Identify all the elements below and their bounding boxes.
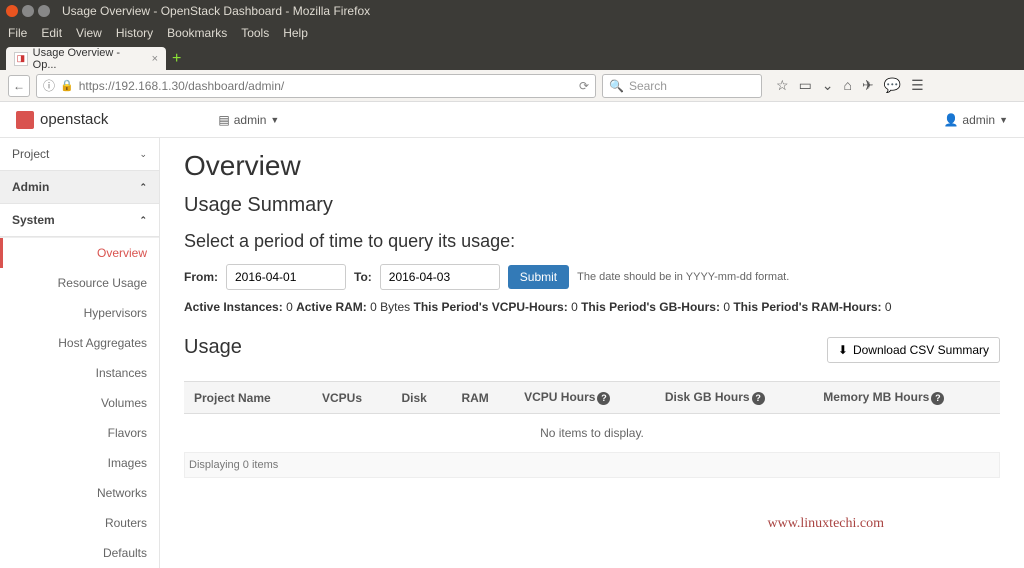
chevron-down-icon: ▼ (270, 115, 279, 125)
search-placeholder: Search (629, 79, 667, 93)
sidebar: Project ⌄ Admin ⌃ System ⌃ Overview Reso… (0, 138, 160, 568)
search-icon: 🔍 (609, 79, 624, 93)
url-text: https://192.168.1.30/dashboard/admin/ (79, 79, 284, 93)
sidebar-section-admin[interactable]: Admin ⌃ (0, 171, 159, 204)
search-bar[interactable]: 🔍 Search (602, 74, 762, 98)
col-disk-gb-hours[interactable]: Disk GB Hours? (655, 382, 813, 414)
send-icon[interactable]: ✈ (862, 77, 874, 94)
browser-tabbar: ◨ Usage Overview - Op... × + (0, 44, 1024, 70)
sidebar-section-system[interactable]: System ⌃ (0, 204, 159, 237)
openstack-logo-icon (16, 111, 34, 129)
download-icon: ⬇ (838, 343, 848, 357)
menu-edit[interactable]: Edit (41, 26, 62, 40)
window-title: Usage Overview - OpenStack Dashboard - M… (62, 4, 370, 18)
sidebar-item-hypervisors[interactable]: Hypervisors (0, 298, 159, 328)
window-minimize-icon[interactable] (22, 5, 34, 17)
domain-icon: ▤ (218, 113, 229, 127)
col-ram[interactable]: RAM (451, 382, 514, 414)
menu-view[interactable]: View (76, 26, 102, 40)
date-query-row: From: To: Submit The date should be in Y… (184, 264, 1000, 290)
sidebar-item-defaults[interactable]: Defaults (0, 538, 159, 568)
user-selector[interactable]: 👤 admin ▼ (943, 113, 1008, 127)
to-label: To: (354, 270, 372, 284)
sidebar-item-images[interactable]: Images (0, 448, 159, 478)
chevron-up-icon: ⌃ (139, 182, 147, 193)
usage-heading: Usage (184, 336, 242, 359)
favicon-icon: ◨ (14, 52, 28, 66)
back-button[interactable]: ← (8, 75, 30, 97)
stats-row: Active Instances: 0 Active RAM: 0 Bytes … (184, 300, 1000, 314)
help-icon[interactable]: ? (931, 392, 944, 405)
table-footer: Displaying 0 items (184, 453, 1000, 478)
tab-close-icon[interactable]: × (152, 53, 158, 65)
sidebar-item-networks[interactable]: Networks (0, 478, 159, 508)
menu-bookmarks[interactable]: Bookmarks (167, 26, 227, 40)
brand-text: openstack (40, 111, 108, 128)
window-titlebar: Usage Overview - OpenStack Dashboard - M… (0, 0, 1024, 22)
sidebar-item-flavors[interactable]: Flavors (0, 418, 159, 448)
lock-icon[interactable]: 🔒 (60, 79, 74, 92)
col-project-name[interactable]: Project Name (184, 382, 312, 414)
main-content: Overview Usage Summary Select a period o… (160, 138, 1024, 568)
tab-title: Usage Overview - Op... (33, 47, 144, 71)
col-memory-mb-hours[interactable]: Memory MB Hours? (813, 382, 1000, 414)
submit-button[interactable]: Submit (508, 265, 569, 289)
sidebar-section-project[interactable]: Project ⌄ (0, 138, 159, 171)
menu-help[interactable]: Help (283, 26, 308, 40)
app-menubar: File Edit View History Bookmarks Tools H… (0, 22, 1024, 44)
sidebar-item-routers[interactable]: Routers (0, 508, 159, 538)
menu-file[interactable]: File (8, 26, 27, 40)
page-title: Overview (184, 150, 1000, 182)
help-icon[interactable]: ? (597, 392, 610, 405)
sidebar-item-volumes[interactable]: Volumes (0, 388, 159, 418)
menu-history[interactable]: History (116, 26, 153, 40)
user-icon: 👤 (943, 113, 958, 127)
reload-icon[interactable]: ⟳ (579, 79, 589, 93)
browser-tab[interactable]: ◨ Usage Overview - Op... × (6, 47, 166, 70)
clipboard-icon[interactable]: ▭ (799, 77, 812, 94)
usage-table: Project Name VCPUs Disk RAM VCPU Hours? … (184, 381, 1000, 453)
col-vcpus[interactable]: VCPUs (312, 382, 391, 414)
download-csv-button[interactable]: ⬇ Download CSV Summary (827, 337, 1000, 363)
from-date-input[interactable] (226, 264, 346, 290)
hamburger-icon[interactable]: ☰ (911, 77, 924, 94)
domain-label: admin (234, 113, 267, 127)
chevron-down-icon: ⌄ (139, 149, 147, 160)
menu-tools[interactable]: Tools (241, 26, 269, 40)
query-title: Select a period of time to query its usa… (184, 231, 1000, 252)
openstack-logo[interactable]: openstack (16, 111, 108, 129)
chat-icon[interactable]: 💬 (884, 77, 901, 94)
date-format-hint: The date should be in YYYY-mm-dd format. (577, 271, 789, 283)
col-vcpu-hours[interactable]: VCPU Hours? (514, 382, 655, 414)
domain-selector[interactable]: ▤ admin ▼ (218, 113, 279, 127)
from-label: From: (184, 270, 218, 284)
window-maximize-icon[interactable] (38, 5, 50, 17)
sidebar-item-resource-usage[interactable]: Resource Usage (0, 268, 159, 298)
new-tab-button[interactable]: + (172, 50, 181, 68)
star-icon[interactable]: ☆ (776, 77, 789, 94)
usage-summary-heading: Usage Summary (184, 194, 1000, 217)
home-icon[interactable]: ⌂ (844, 77, 852, 94)
col-disk[interactable]: Disk (391, 382, 451, 414)
dashboard-topbar: openstack ▤ admin ▼ 👤 admin ▼ (0, 102, 1024, 138)
sidebar-item-overview[interactable]: Overview (0, 238, 159, 268)
browser-navbar: ← ⓘ 🔒 https://192.168.1.30/dashboard/adm… (0, 70, 1024, 102)
sidebar-item-instances[interactable]: Instances (0, 358, 159, 388)
info-icon[interactable]: ⓘ (43, 77, 55, 94)
chevron-down-icon: ▼ (999, 115, 1008, 125)
user-label: admin (962, 113, 995, 127)
chevron-up-icon: ⌃ (139, 215, 147, 226)
to-date-input[interactable] (380, 264, 500, 290)
table-empty-message: No items to display. (184, 414, 1000, 453)
help-icon[interactable]: ? (752, 392, 765, 405)
watermark: www.linuxtechi.com (767, 516, 884, 532)
pocket-icon[interactable]: ⌄ (822, 77, 834, 94)
url-bar[interactable]: ⓘ 🔒 https://192.168.1.30/dashboard/admin… (36, 74, 596, 98)
sidebar-item-host-aggregates[interactable]: Host Aggregates (0, 328, 159, 358)
window-close-icon[interactable] (6, 5, 18, 17)
